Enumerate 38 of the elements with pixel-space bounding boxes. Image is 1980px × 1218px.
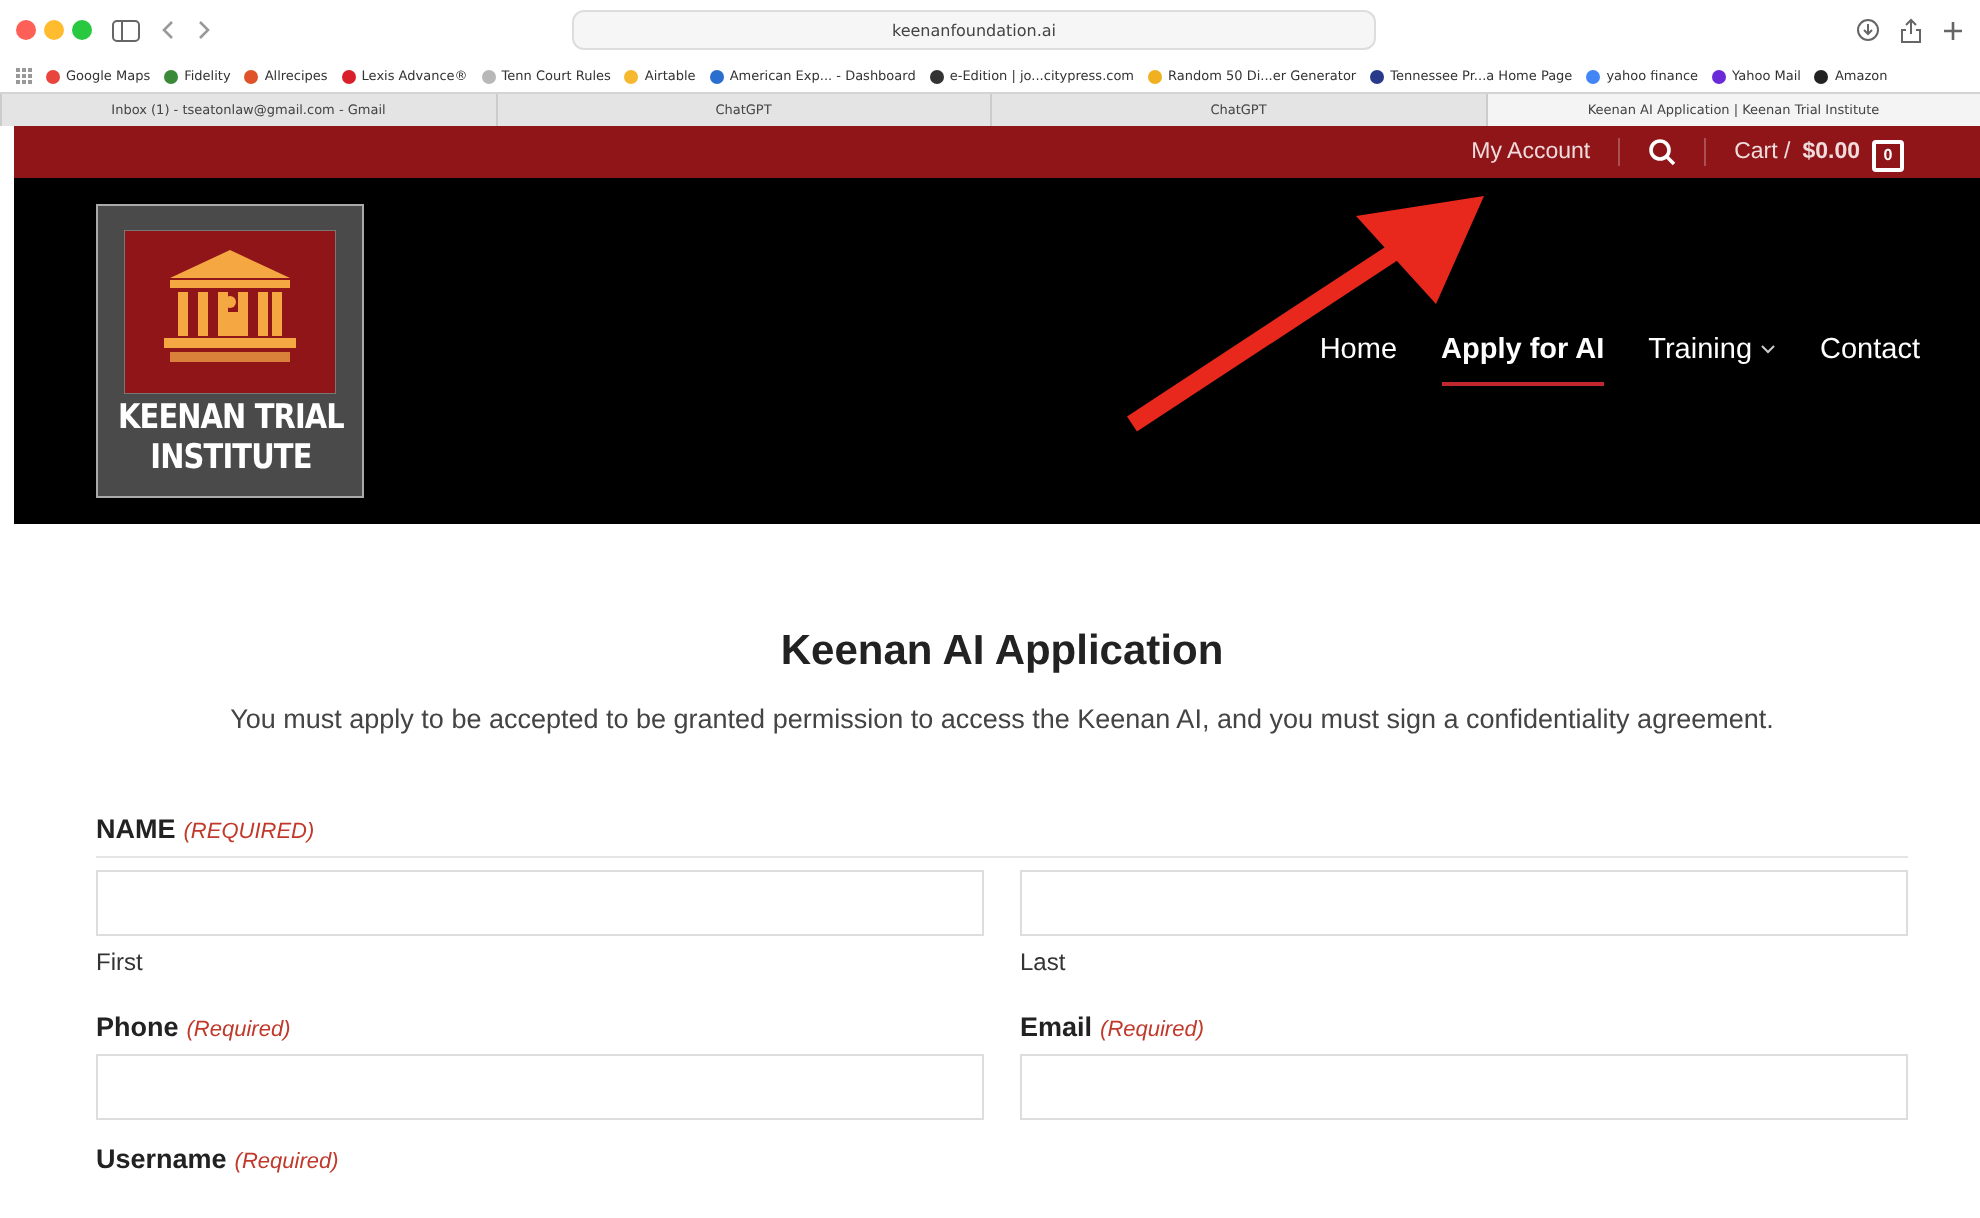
intro-text: You must apply to be accepted to be granted permission to access the Keenan AI, and you must sign a confidentiality agreement. [228, 704, 1776, 734]
required-note: (REQUIRED) [183, 820, 315, 844]
courthouse-icon [124, 230, 336, 394]
required-note: (Required) [186, 1018, 291, 1042]
required-note: (Required) [1100, 1018, 1204, 1042]
forward-icon[interactable] [196, 20, 212, 40]
nav-link[interactable]: Apply for AI [1441, 317, 1605, 385]
plus-icon[interactable] [1942, 19, 1964, 41]
text-field[interactable] [1020, 1054, 1908, 1120]
field-label: Username [96, 1144, 227, 1174]
text-field[interactable] [96, 1054, 984, 1120]
field-label: Email [1020, 1012, 1093, 1042]
cart-link[interactable]: Cart / $0.00 0 [1734, 133, 1904, 171]
field-sublabel: First [96, 948, 145, 976]
address-bar[interactable]: keenanfoundation.ai [572, 10, 1376, 50]
download-icon[interactable] [1856, 18, 1880, 42]
text-field[interactable] [96, 870, 984, 936]
my-account-link[interactable]: My Account [1471, 140, 1591, 164]
maximize-button[interactable] [72, 20, 92, 40]
close-button[interactable] [16, 20, 36, 40]
nav-link[interactable]: Home [1319, 317, 1398, 385]
field-label: Phone [96, 1012, 179, 1042]
grid-icon[interactable] [16, 68, 32, 84]
site-logo[interactable]: KEENAN TRIAL INSTITUTE [96, 204, 364, 498]
minimize-button[interactable] [44, 20, 64, 40]
back-icon[interactable] [160, 20, 176, 40]
logo-text: KEENAN TRIAL INSTITUTE [117, 398, 343, 478]
share-icon[interactable] [1900, 17, 1922, 43]
required-note: (Required) [234, 1150, 339, 1174]
page-title: Keenan AI Application [778, 628, 1226, 676]
field-sublabel: Last [1020, 948, 1068, 976]
sidebar-icon[interactable] [112, 19, 140, 41]
field-label: NAME [96, 814, 176, 844]
search-icon[interactable] [1648, 138, 1677, 166]
nav-link[interactable]: Contact [1820, 317, 1920, 385]
nav-link[interactable]: Training [1648, 317, 1777, 385]
text-field[interactable] [1020, 870, 1908, 936]
cart-count: 0 [1872, 139, 1904, 171]
